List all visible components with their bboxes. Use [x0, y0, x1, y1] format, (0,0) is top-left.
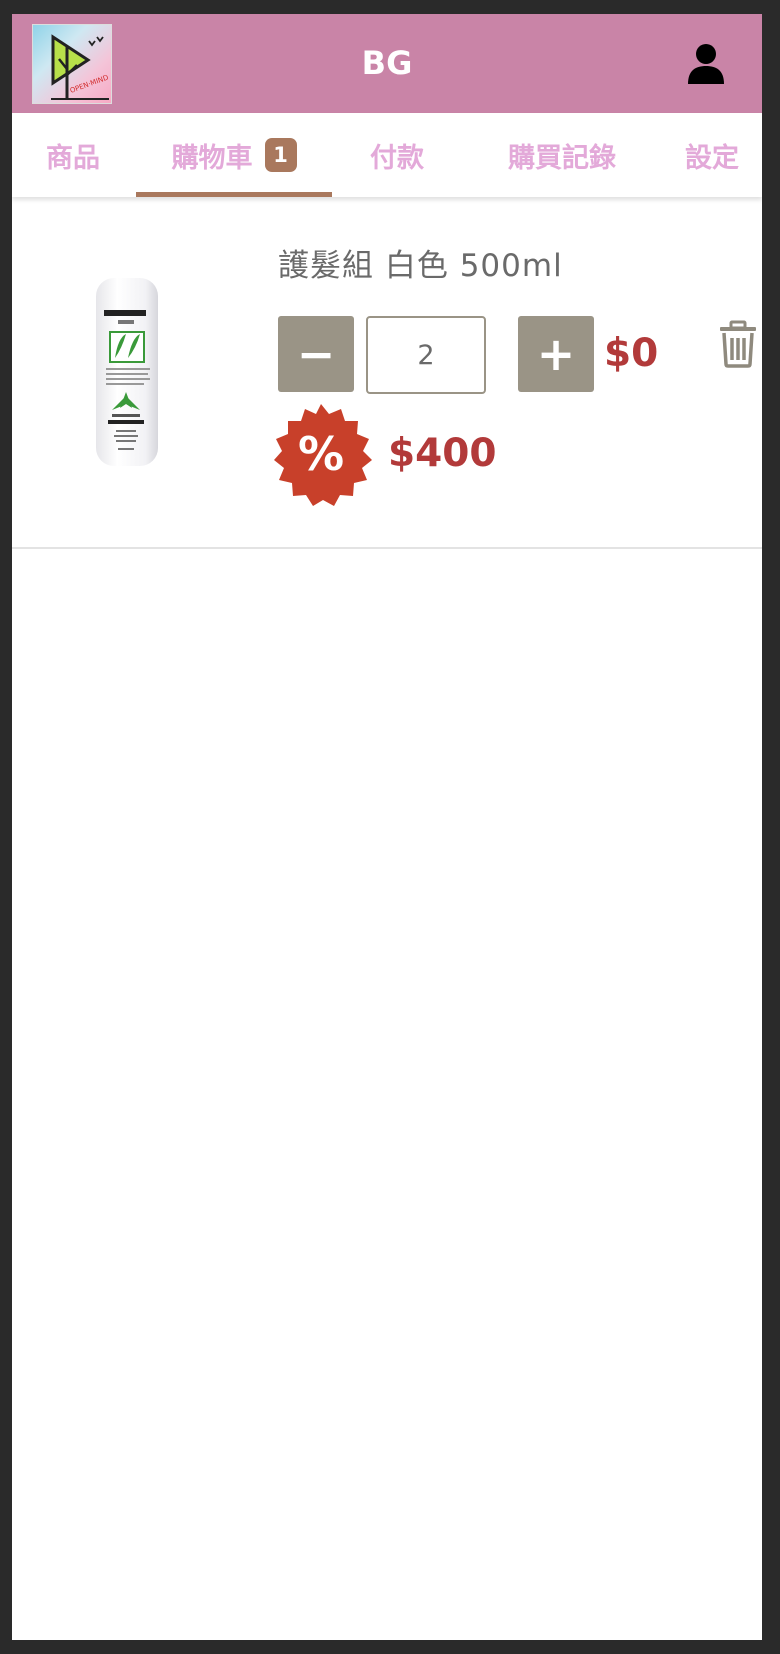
tab-payment[interactable]: 付款 [332, 113, 462, 197]
app-logo[interactable]: OPEN·MIND [32, 24, 112, 104]
active-tab-indicator [136, 192, 332, 197]
trash-icon[interactable] [718, 320, 758, 368]
cart-count-badge: 1 [264, 138, 297, 172]
decrease-quantity-button[interactable]: − [278, 316, 354, 392]
quantity-input[interactable] [366, 316, 486, 394]
tab-cart[interactable]: 購物車 1 [136, 113, 332, 197]
increase-quantity-button[interactable]: + [518, 316, 594, 392]
percent-badge-icon: % [268, 402, 374, 508]
product-name: 護髮組 白色 500ml [278, 248, 563, 284]
discount-symbol: % [298, 427, 344, 481]
product-image[interactable] [82, 272, 172, 470]
app-title: BG [361, 44, 413, 82]
svg-text:OPEN·MIND: OPEN·MIND [69, 74, 110, 95]
tab-products[interactable]: 商品 [12, 113, 134, 197]
original-price: $400 [388, 431, 497, 476]
cart-item: 護髮組 白色 500ml − + $0 % $400 [12, 198, 762, 549]
item-price: $0 [604, 331, 659, 376]
tab-settings[interactable]: 設定 [662, 113, 762, 197]
user-icon[interactable] [684, 42, 728, 86]
tab-settings-label: 設定 [685, 142, 739, 174]
tab-purchase-history-label: 購買記錄 [508, 142, 616, 174]
minus-icon: − [296, 327, 336, 381]
tab-products-label: 商品 [46, 142, 100, 174]
tab-bar: 商品 購物車 1 付款 購買記錄 設定 [12, 113, 762, 197]
tab-cart-label: 購物車 [171, 142, 253, 174]
tab-payment-label: 付款 [370, 142, 424, 174]
app-header: OPEN·MIND BG [12, 14, 762, 113]
plus-icon: + [536, 327, 576, 381]
app-frame: OPEN·MIND BG 商品 購物車 1 付款 購買記錄 設定 護髮組 白色 … [12, 14, 762, 1640]
tab-purchase-history[interactable]: 購買記錄 [462, 113, 662, 197]
